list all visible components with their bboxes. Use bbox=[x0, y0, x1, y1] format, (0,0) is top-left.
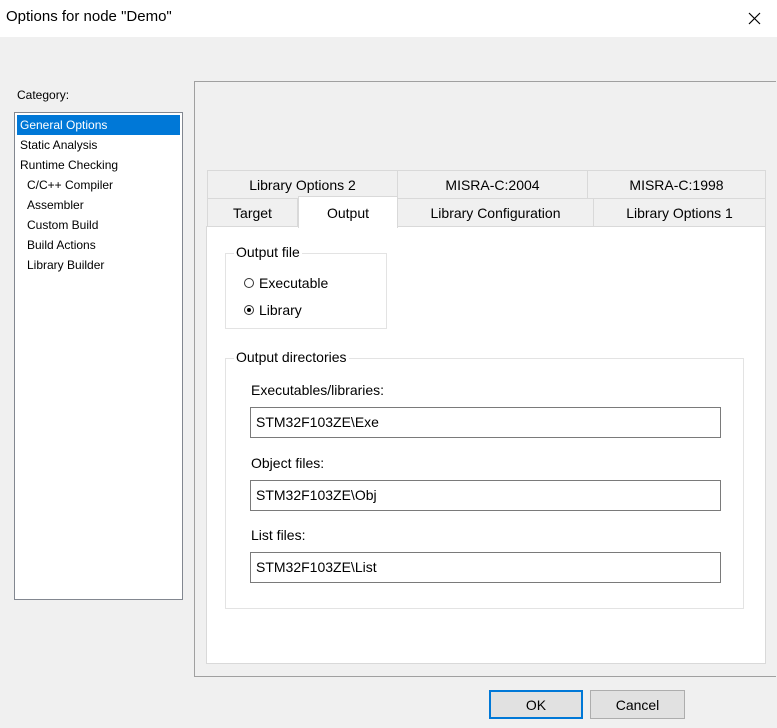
radio-library-indicator bbox=[244, 305, 254, 315]
radio-executable[interactable]: Executable bbox=[244, 275, 328, 291]
category-label: Category: bbox=[17, 88, 70, 102]
radio-library-label: Library bbox=[259, 302, 302, 318]
output-directories-title: Output directories bbox=[234, 349, 349, 365]
tab-library-options-1[interactable]: Library Options 1 bbox=[593, 198, 766, 227]
radio-library[interactable]: Library bbox=[244, 302, 302, 318]
window-title: Options for node "Demo" bbox=[6, 8, 172, 25]
category-item-runtime-checking[interactable]: Runtime Checking bbox=[17, 155, 180, 175]
executables-libraries-input[interactable]: STM32F103ZE\Exe bbox=[250, 407, 721, 438]
executables-libraries-label: Executables/libraries: bbox=[251, 382, 385, 398]
tab-library-configuration[interactable]: Library Configuration bbox=[397, 198, 594, 227]
list-files-input[interactable]: STM32F103ZE\List bbox=[250, 552, 721, 583]
ok-button[interactable]: OK bbox=[489, 690, 583, 719]
category-item-build-actions[interactable]: Build Actions bbox=[17, 235, 180, 255]
category-item-custom-build[interactable]: Custom Build bbox=[17, 215, 180, 235]
category-item-general-options[interactable]: General Options bbox=[17, 115, 180, 135]
object-files-input[interactable]: STM32F103ZE\Obj bbox=[250, 480, 721, 511]
output-file-title: Output file bbox=[234, 244, 302, 260]
tab-misra-c-2004[interactable]: MISRA-C:2004 bbox=[397, 170, 588, 199]
radio-executable-indicator bbox=[244, 278, 254, 288]
tab-library-options-2[interactable]: Library Options 2 bbox=[207, 170, 398, 199]
category-item-static-analysis[interactable]: Static Analysis bbox=[17, 135, 180, 155]
category-item-library-builder[interactable]: Library Builder bbox=[17, 255, 180, 275]
list-files-label: List files: bbox=[251, 527, 306, 543]
category-list[interactable]: General Options Static Analysis Runtime … bbox=[14, 112, 183, 600]
close-button[interactable] bbox=[731, 0, 777, 37]
object-files-label: Object files: bbox=[251, 455, 325, 471]
title-bar: Options for node "Demo" bbox=[0, 0, 777, 37]
tab-misra-c-1998[interactable]: MISRA-C:1998 bbox=[587, 170, 766, 199]
cancel-button[interactable]: Cancel bbox=[590, 690, 685, 719]
category-item-assembler[interactable]: Assembler bbox=[17, 195, 180, 215]
category-item-c-cpp-compiler[interactable]: C/C++ Compiler bbox=[17, 175, 180, 195]
tab-target[interactable]: Target bbox=[207, 198, 298, 227]
close-icon bbox=[748, 12, 760, 25]
tab-output[interactable]: Output bbox=[298, 196, 398, 228]
radio-executable-label: Executable bbox=[259, 275, 329, 291]
